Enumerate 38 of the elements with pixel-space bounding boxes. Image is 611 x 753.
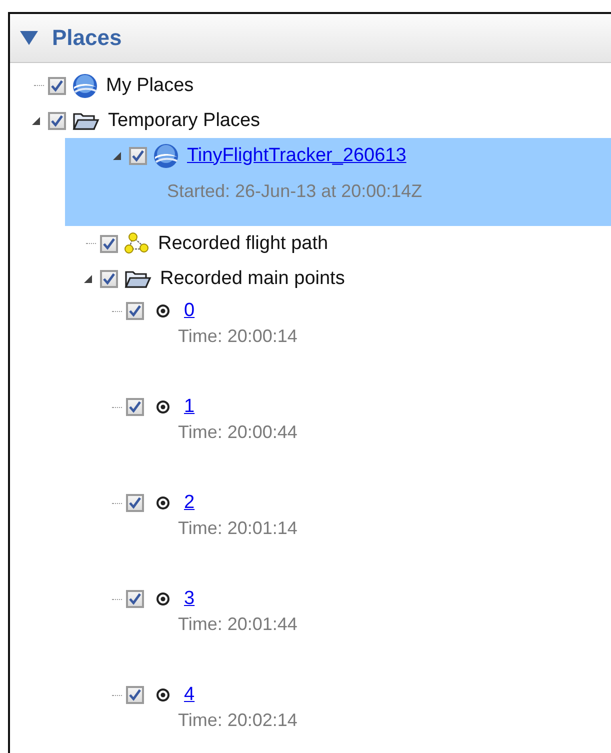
item-description: Started: 26-Jun-13 at 20:00:14Z [166, 180, 424, 202]
checkbox[interactable] [100, 234, 118, 252]
panel-title: Places [52, 25, 122, 51]
checkbox[interactable] [48, 76, 66, 94]
item-label[interactable]: Recorded flight path [158, 232, 328, 254]
target-icon [156, 496, 170, 510]
item-label[interactable]: My Places [106, 74, 194, 96]
item-link[interactable]: TinyFlightTracker_260613 [187, 144, 406, 166]
item-description: Time: 20:02:14 [177, 710, 298, 731]
checkbox[interactable] [129, 146, 147, 164]
item-link[interactable]: 0 [184, 300, 195, 322]
checkbox[interactable] [126, 686, 144, 704]
item-link[interactable]: 2 [184, 492, 195, 514]
target-icon [156, 400, 170, 414]
checkbox[interactable] [100, 270, 118, 288]
checkbox[interactable] [48, 112, 66, 130]
item-description: Time: 20:01:14 [177, 518, 298, 539]
checkbox[interactable] [126, 590, 144, 608]
item-description: Time: 20:00:14 [177, 326, 298, 347]
target-icon [156, 688, 170, 702]
globe-icon [72, 72, 98, 98]
globe-icon [153, 142, 179, 168]
item-label[interactable]: Recorded main points [160, 268, 345, 290]
item-link[interactable]: 4 [184, 684, 195, 706]
item-description: Time: 20:00:44 [177, 422, 298, 443]
panel-header[interactable]: Places [10, 14, 611, 63]
item-link[interactable]: 3 [184, 588, 195, 610]
path-icon [124, 232, 150, 256]
collapse-triangle-icon[interactable] [20, 31, 38, 45]
checkbox[interactable] [126, 302, 144, 320]
checkbox[interactable] [126, 494, 144, 512]
item-label[interactable]: Temporary Places [108, 110, 260, 132]
checkbox[interactable] [126, 398, 144, 416]
target-icon [156, 592, 170, 606]
item-description: Time: 20:01:44 [177, 614, 298, 635]
item-link[interactable]: 1 [184, 396, 195, 418]
selected-tree-item[interactable]: TinyFlightTracker_260613 Started: 26-Jun-13 at 20:00:14Z [65, 138, 611, 226]
target-icon [156, 304, 170, 318]
